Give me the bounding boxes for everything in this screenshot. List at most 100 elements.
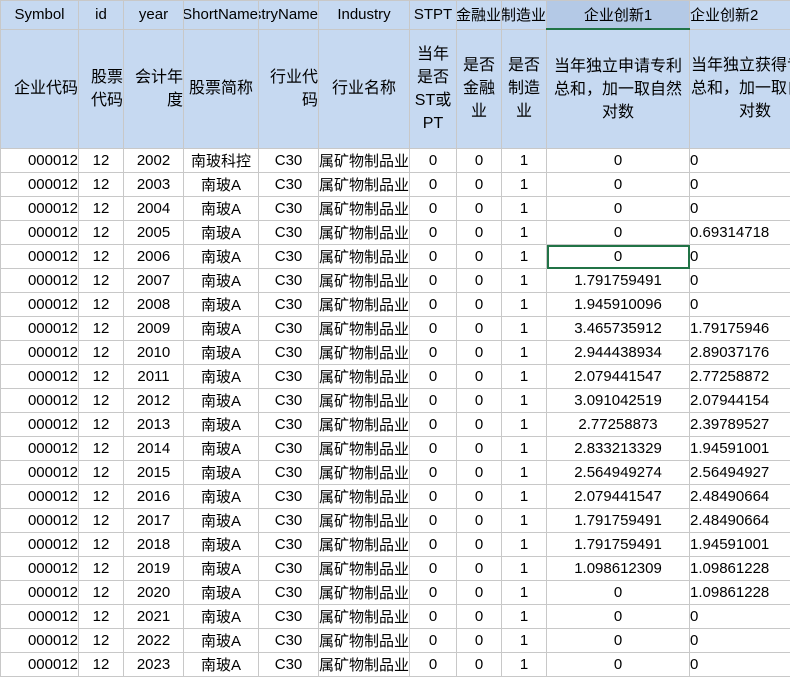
column-header[interactable]: 金融业 [457,1,502,30]
column-header[interactable]: 制造业 [502,1,547,30]
table-cell[interactable]: 1 [502,653,547,677]
table-cell[interactable]: 非金属矿物制品业 [319,341,410,365]
table-cell[interactable]: 000012 [1,557,79,581]
table-cell[interactable]: 2012 [124,389,184,413]
column-description[interactable]: 行业名称 [319,29,410,149]
table-cell[interactable]: C30 [259,437,319,461]
table-cell[interactable]: 0 [410,581,457,605]
table-cell[interactable]: 南玻科控 [184,149,259,173]
table-cell[interactable]: 12 [79,365,124,389]
table-cell[interactable]: 0 [457,341,502,365]
table-cell[interactable]: 000012 [1,653,79,677]
table-cell[interactable]: 1 [502,197,547,221]
table-cell[interactable]: 非金属矿物制品业 [319,485,410,509]
table-cell[interactable]: 3.465735912 [547,317,690,341]
table-cell[interactable]: 2.564949274 [547,461,690,485]
table-cell[interactable]: 2019 [124,557,184,581]
table-cell[interactable]: 0 [547,221,690,245]
table-cell[interactable]: 非金属矿物制品业 [319,653,410,677]
table-cell[interactable]: 2.944438934 [547,341,690,365]
table-cell[interactable]: 0 [547,173,690,197]
table-cell[interactable]: 2021 [124,605,184,629]
table-cell[interactable]: 12 [79,149,124,173]
column-description[interactable]: 是否制造业 [502,29,547,149]
table-cell[interactable]: 0 [690,245,790,269]
table-cell[interactable]: 0 [410,461,457,485]
table-cell[interactable]: 1.791759491 [547,533,690,557]
table-cell[interactable]: 2.48490664 [690,485,790,509]
table-cell[interactable]: 2.07944154 [690,389,790,413]
table-cell[interactable]: 1 [502,605,547,629]
table-cell[interactable]: 0.69314718 [690,221,790,245]
column-header[interactable]: Industry [319,1,410,30]
column-header[interactable]: ShortName [184,1,259,30]
table-cell[interactable]: 1.945910096 [547,293,690,317]
table-cell[interactable]: 12 [79,533,124,557]
table-cell[interactable]: 0 [457,173,502,197]
table-cell[interactable]: 0 [690,173,790,197]
table-cell[interactable]: 2023 [124,653,184,677]
table-cell[interactable]: 南玻A [184,317,259,341]
table-cell[interactable]: 1 [502,413,547,437]
table-cell[interactable]: 0 [457,269,502,293]
table-cell[interactable]: 000012 [1,317,79,341]
table-cell[interactable]: 南玻A [184,293,259,317]
table-cell[interactable]: 12 [79,509,124,533]
table-cell[interactable]: C30 [259,485,319,509]
table-cell[interactable]: 000012 [1,533,79,557]
table-cell[interactable]: 2.079441547 [547,485,690,509]
table-cell[interactable]: 2010 [124,341,184,365]
table-cell[interactable]: 0 [410,221,457,245]
table-cell[interactable]: 2009 [124,317,184,341]
table-cell[interactable]: 12 [79,269,124,293]
table-cell[interactable]: C30 [259,221,319,245]
table-cell[interactable]: 2.833213329 [547,437,690,461]
table-cell[interactable]: C30 [259,197,319,221]
table-cell[interactable]: 南玻A [184,557,259,581]
column-header[interactable]: Symbol [1,1,79,30]
table-cell[interactable]: 0 [457,461,502,485]
table-cell[interactable]: 非金属矿物制品业 [319,245,410,269]
table-cell[interactable]: 非金属矿物制品业 [319,221,410,245]
table-cell[interactable]: 0 [547,197,690,221]
table-cell[interactable]: 1 [502,317,547,341]
column-header[interactable]: 企业创新1 [547,1,690,30]
table-cell[interactable]: 0 [457,629,502,653]
table-cell[interactable]: C30 [259,365,319,389]
table-cell[interactable]: C30 [259,653,319,677]
table-cell[interactable]: 000012 [1,461,79,485]
table-cell[interactable]: 1 [502,437,547,461]
table-cell[interactable]: 000012 [1,605,79,629]
table-cell[interactable]: 1.94591001 [690,437,790,461]
table-cell[interactable]: 2002 [124,149,184,173]
table-cell[interactable]: 0 [457,509,502,533]
table-cell[interactable]: 南玻A [184,245,259,269]
column-header[interactable]: year [124,1,184,30]
table-cell[interactable]: C30 [259,533,319,557]
table-cell[interactable]: 1.09861228 [690,581,790,605]
table-cell[interactable]: 0 [410,317,457,341]
table-cell[interactable]: 非金属矿物制品业 [319,605,410,629]
table-cell[interactable]: 1 [502,293,547,317]
table-cell[interactable]: 1.791759491 [547,269,690,293]
table-cell[interactable]: 0 [410,365,457,389]
table-cell[interactable]: 0 [410,437,457,461]
table-cell[interactable]: C30 [259,341,319,365]
column-header[interactable]: STPT [410,1,457,30]
table-cell[interactable]: 非金属矿物制品业 [319,437,410,461]
column-header[interactable]: 企业创新2 [690,1,790,30]
table-cell[interactable]: 非金属矿物制品业 [319,461,410,485]
column-description[interactable]: 是否金融业 [457,29,502,149]
table-cell[interactable]: 0 [457,293,502,317]
column-description[interactable]: 企业代码 [1,29,79,149]
table-cell[interactable]: 非金属矿物制品业 [319,173,410,197]
table-cell[interactable]: 000012 [1,581,79,605]
table-cell[interactable]: 非金属矿物制品业 [319,269,410,293]
table-cell[interactable]: C30 [259,581,319,605]
selected-cell[interactable]: 0 [547,245,690,269]
table-cell[interactable]: 0 [410,509,457,533]
table-cell[interactable]: 0 [457,149,502,173]
table-cell[interactable]: C30 [259,605,319,629]
table-cell[interactable]: 1 [502,461,547,485]
table-cell[interactable]: 0 [457,437,502,461]
